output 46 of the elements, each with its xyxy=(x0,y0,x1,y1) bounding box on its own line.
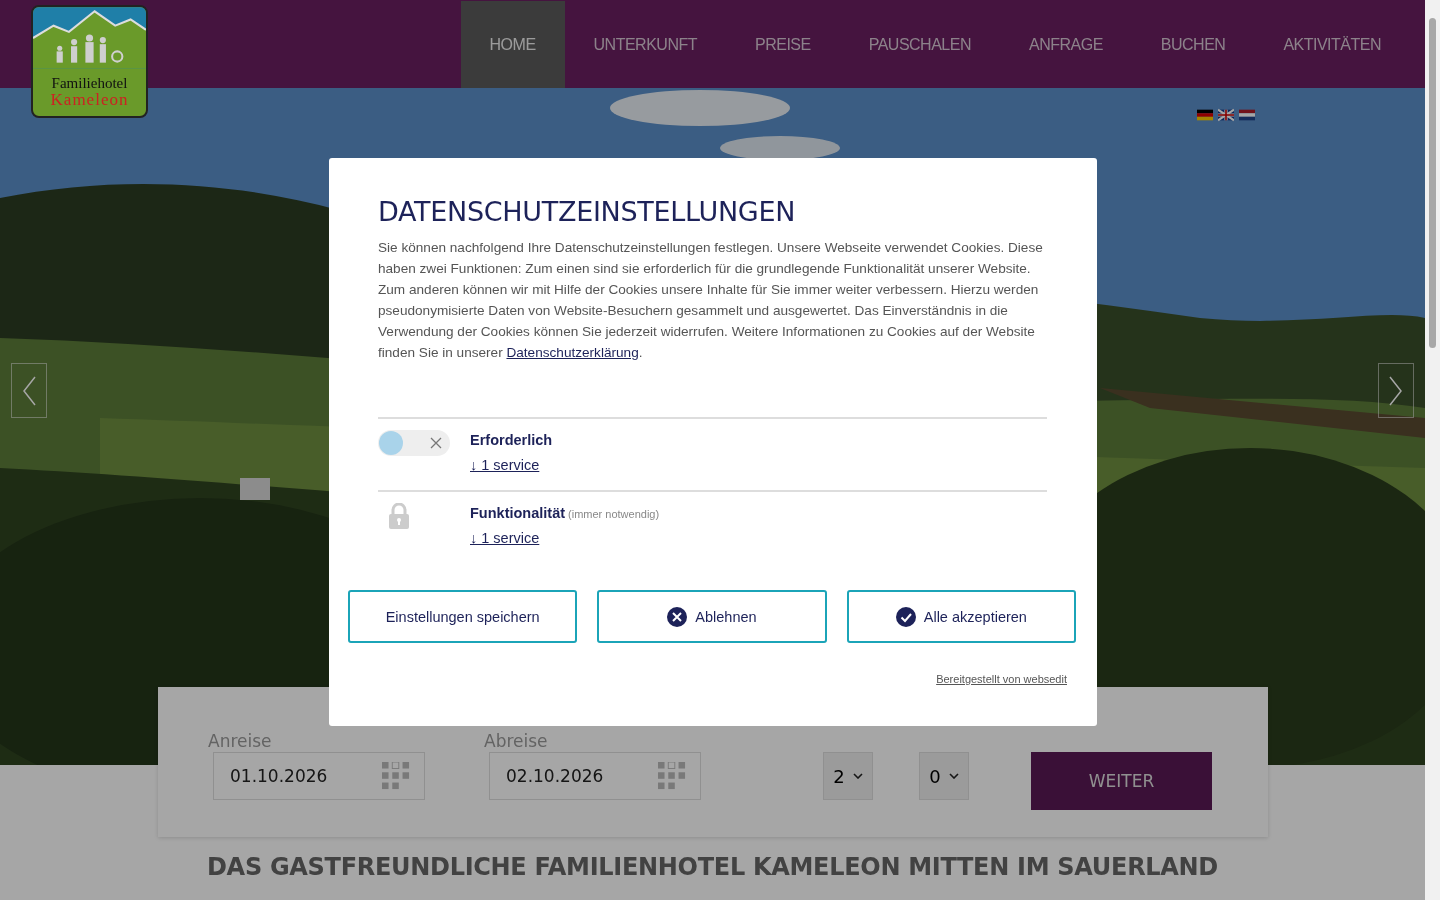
scrollbar[interactable] xyxy=(1425,0,1440,900)
date-field[interactable]: 02.10.2026 xyxy=(489,752,701,800)
intro-text: Sie können nachfolgend Ihre Datenschutzeinstellungen festlegen. Unsere Webseite verwendet Cookies. Diese haben zwei Funktionen: Zum einen sind sie erforderlich für die grundlegende Funktionalität unserer Website. Zum anderen können wir mit Hilfe der Cookies unsere Inhalte für Sie immer weiter verbessern. Hierzu werden pseudonymisierte Daten von Website-Besuchern gesammelt und ausgewertet. Das Einverständnis in die Verwendung der Cookies können Sie jederzeit widerrufen. Weitere Informationen zu Cookies auf der Website finden Sie in unserer Datenschutzerklärung. xyxy=(378,239,1044,362)
toggle-switch[interactable] xyxy=(378,430,450,456)
continue-button[interactable]: WEITER xyxy=(1031,752,1212,810)
lock-icon xyxy=(389,503,409,529)
nav-item[interactable]: PAUSCHALEN xyxy=(839,1,1000,88)
nav-item[interactable]: AKTIVITÄTEN xyxy=(1254,1,1410,88)
caret-icon xyxy=(948,773,959,779)
field-label: Anreise xyxy=(208,731,272,751)
checkmark-icon xyxy=(895,606,916,627)
children-select[interactable]: 0 xyxy=(919,752,969,800)
mountain-family-icon xyxy=(33,7,146,69)
provider-link[interactable]: Bereitgestellt von websedit xyxy=(936,673,1067,685)
logo-text: Kameleon xyxy=(50,91,129,109)
german-flag-icon[interactable] xyxy=(1197,108,1213,122)
calendar-icon xyxy=(382,762,410,790)
previous-button[interactable] xyxy=(11,363,47,418)
dialog-title: DATENSCHUTZEINSTELLUNGEN xyxy=(378,196,797,227)
close-icon xyxy=(667,606,688,627)
category-name: Erforderlich xyxy=(470,432,553,448)
accept-button[interactable]: Alle akzeptieren xyxy=(846,590,1076,643)
nav-item[interactable]: HOME xyxy=(460,1,565,88)
field-label: Abreise xyxy=(484,731,548,751)
save-button[interactable]: Einstellungen speichern xyxy=(348,590,578,643)
services-link[interactable]: ↓ 1 service xyxy=(470,457,540,473)
next-button[interactable] xyxy=(1378,363,1414,418)
decline-button[interactable]: Ablehnen xyxy=(597,590,827,643)
category-name: Funktionalität xyxy=(470,505,566,521)
dutch-flag-icon[interactable] xyxy=(1239,108,1255,122)
page-headline: DAS GASTFREUNDLICHE FAMILIENHOTEL KAMELEON MITTEN IM SAUERLAND xyxy=(206,853,1219,881)
cross-icon xyxy=(430,437,442,449)
nav-item[interactable]: PREISE xyxy=(726,1,840,88)
privacy-link[interactable]: Datenschutzerklärung xyxy=(506,345,639,360)
category-note: (immer notwendig) xyxy=(568,508,660,520)
calendar-icon xyxy=(658,762,686,790)
adults-select[interactable]: 2 xyxy=(823,752,873,800)
date-field[interactable]: 01.10.2026 xyxy=(213,752,425,800)
nav-item[interactable]: ANFRAGE xyxy=(999,1,1132,88)
services-link[interactable]: ↓ 1 service xyxy=(470,530,540,546)
nav-item[interactable]: BUCHEN xyxy=(1131,1,1255,88)
hotel-logo[interactable]: Familiehotel Kameleon xyxy=(31,5,148,118)
logo-text: Familiehotel xyxy=(51,75,128,91)
british-flag-icon[interactable] xyxy=(1218,108,1234,122)
nav-item[interactable]: UNTERKUNFT xyxy=(564,1,726,88)
caret-icon xyxy=(852,773,863,779)
